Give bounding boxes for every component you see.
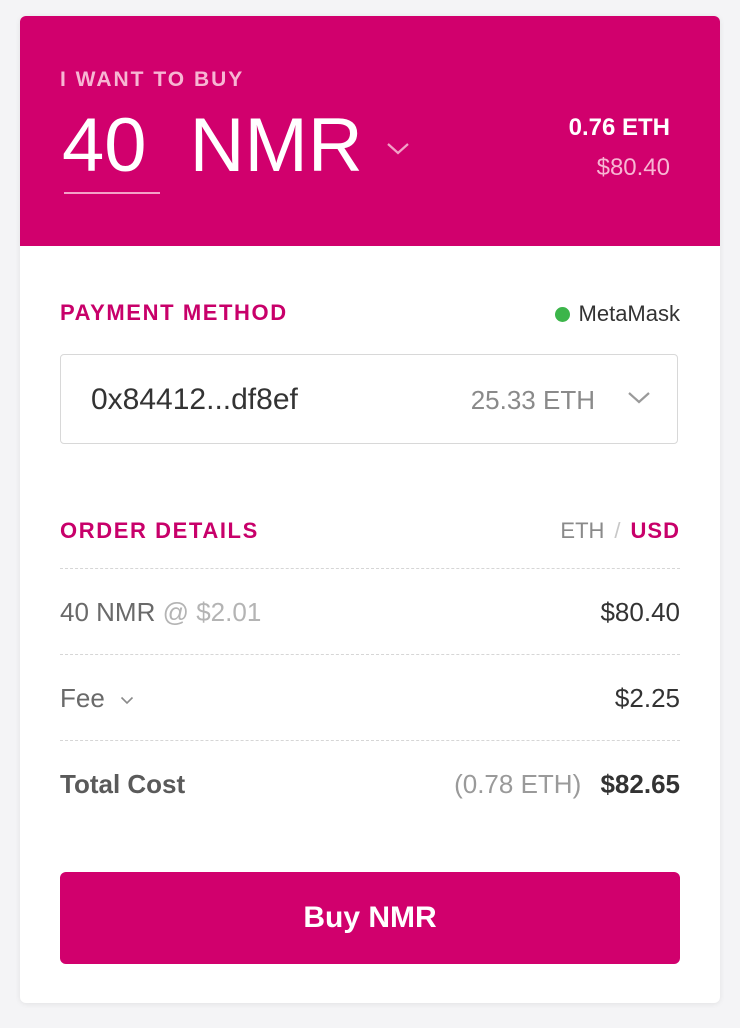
chevron-down-icon (120, 696, 134, 704)
fee-label: Fee (60, 683, 105, 713)
total-usd: $82.65 (600, 769, 680, 799)
buy-label: I WANT TO BUY (60, 68, 245, 91)
currency-option-usd[interactable]: USD (631, 518, 680, 543)
wallet-name: MetaMask (578, 301, 680, 326)
payment-method-title: PAYMENT METHOD (60, 300, 288, 325)
token-selector[interactable]: NMR (190, 103, 363, 188)
amount-display: 40 NMR (62, 106, 363, 186)
account-balance: 25.33 ETH (470, 385, 595, 415)
order-row-fee: Fee $2.25 (60, 654, 680, 741)
total-eth: (0.78 ETH) (454, 769, 582, 799)
currency-option-eth[interactable]: ETH (560, 518, 604, 543)
fee-toggle[interactable]: Fee (60, 683, 134, 714)
order-row-total: Total Cost (0.78 ETH) $82.65 (60, 740, 680, 827)
chevron-down-icon (628, 392, 650, 404)
amount-underline (64, 192, 160, 194)
price-usd: $80.40 (596, 154, 670, 181)
price-eth: 0.76 ETH (568, 114, 670, 141)
total-label: Total Cost (60, 769, 186, 799)
currency-separator: / (614, 518, 621, 543)
buy-button[interactable]: Buy NMR (60, 872, 680, 964)
wallet-indicator: MetaMask (554, 301, 680, 327)
account-address: 0x84412...df8ef (91, 383, 298, 416)
fee-value: $2.25 (614, 683, 680, 713)
buy-widget-card: I WANT TO BUY 40 NMR 0.76 ETH $80.40 PAY… (20, 16, 720, 1003)
order-row-price: 40 NMR @ $2.01 $80.40 (60, 568, 680, 655)
connected-status-icon (554, 306, 570, 322)
order-details-title: ORDER DETAILS (60, 518, 259, 543)
order-unit-price: @ $2.01 (162, 597, 262, 627)
chevron-down-icon[interactable] (386, 142, 410, 156)
amount-input[interactable]: 40 (62, 103, 147, 188)
order-subtotal: $80.40 (600, 597, 680, 627)
buy-header: I WANT TO BUY 40 NMR 0.76 ETH $80.40 (20, 16, 720, 246)
price-summary: 0.76 ETH $80.40 (569, 114, 670, 182)
currency-toggle: ETH / USD (560, 518, 680, 544)
order-quantity: 40 NMR (60, 597, 156, 627)
account-select[interactable]: 0x84412...df8ef 25.33 ETH (60, 354, 678, 444)
